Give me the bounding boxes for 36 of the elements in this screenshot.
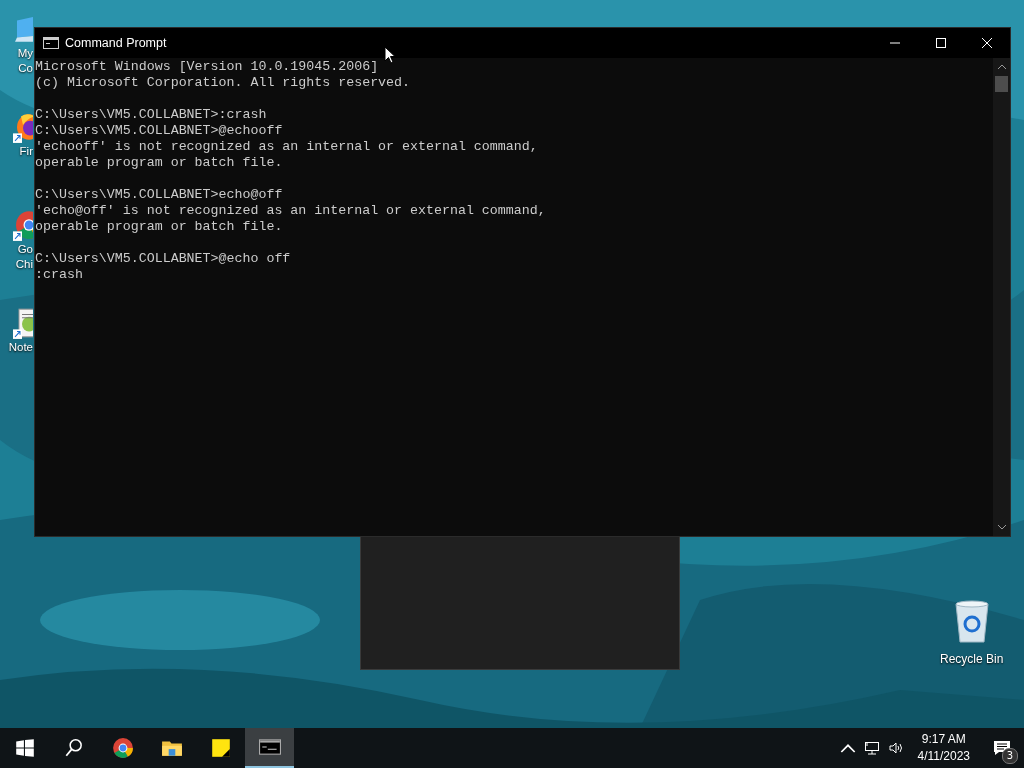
notification-button[interactable]: 3: [980, 728, 1024, 768]
taskbar-button[interactable]: [245, 728, 294, 768]
scroll-down-icon[interactable]: [996, 524, 1007, 530]
console-line: C:\Users\VM5.COLLABNET>@echooff: [35, 123, 283, 139]
console-line: Microsoft Windows [Version 10.0.19045.2006]: [35, 59, 379, 75]
scrollbar[interactable]: [993, 58, 1010, 536]
volume-icon[interactable]: [887, 741, 904, 755]
console-line: operable program or batch file.: [35, 219, 283, 235]
clock-date: 4/11/2023: [917, 748, 970, 765]
console-line: 'echo@off' is not recognized as an internal or external command,: [35, 203, 546, 219]
scroll-thumb[interactable]: [995, 76, 1008, 92]
clock-time: 9:17 AM: [921, 731, 966, 748]
windows-icon: [13, 737, 36, 759]
icon-label: My Co: [16, 46, 33, 76]
chrome-icon: [111, 737, 134, 759]
console-line: C:\Users\VM5.COLLABNET>@echo off: [35, 251, 291, 267]
icon-label: Fir: [19, 144, 33, 159]
icon-label: Go Chi: [15, 242, 33, 272]
console-line: :crash: [35, 267, 83, 283]
terminal-icon: [258, 736, 281, 758]
icon-label: Note: [8, 340, 33, 355]
window-title: Command Prompt: [65, 36, 167, 50]
console-line: (c) Microsoft Corporation. All rights reserved.: [35, 75, 411, 91]
console-line: C:\Users\VM5.COLLABNET>echo@off: [35, 187, 283, 203]
icon-label: Recycle Bin: [940, 652, 1004, 666]
notification-badge: 3: [1002, 748, 1018, 764]
console-line: 'echooff' is not recognized as an internal or external command,: [35, 139, 538, 155]
console-line: C:\Users\VM5.COLLABNET>:crash: [35, 107, 267, 123]
maximize-icon: [935, 37, 947, 49]
clock[interactable]: 9:17 AM 4/11/2023: [907, 731, 980, 765]
terminal-icon: [43, 37, 59, 49]
network-icon[interactable]: [863, 741, 880, 755]
console-line: operable program or batch file.: [35, 155, 283, 171]
sticky-note-icon: [209, 737, 232, 759]
close-icon: [981, 37, 993, 49]
scroll-up-icon[interactable]: [996, 64, 1007, 70]
